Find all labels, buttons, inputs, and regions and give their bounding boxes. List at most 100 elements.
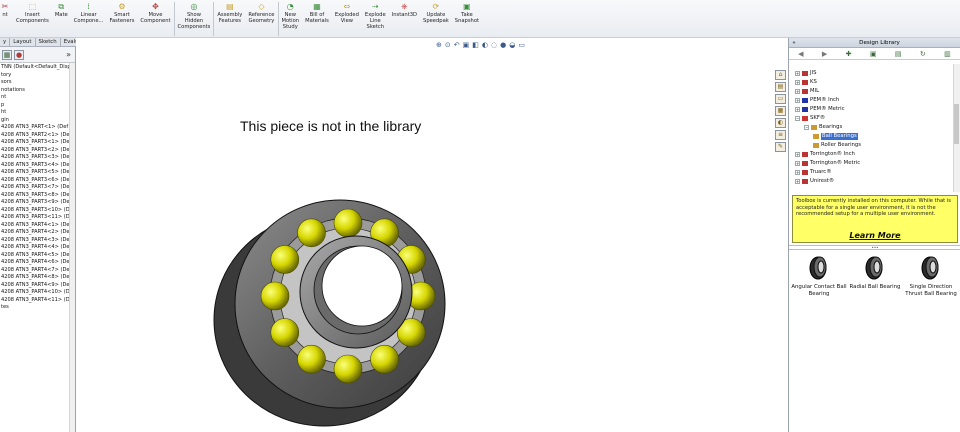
collapse-pane-icon[interactable]: « bbox=[789, 40, 799, 46]
forum-icon[interactable]: ✎ bbox=[775, 142, 786, 152]
custom-properties-icon[interactable]: ≡ bbox=[775, 130, 786, 140]
learn-more-link[interactable]: Learn More bbox=[793, 232, 957, 240]
hide-show-icon[interactable]: ◌ bbox=[491, 41, 497, 51]
feature-tree-item[interactable]: 4208 ATN3_PART4<10> (D bbox=[0, 289, 75, 297]
feature-tree-item[interactable]: 4208 ATN3_PART3<8> (De bbox=[0, 192, 75, 200]
feature-tree-item[interactable]: tory bbox=[0, 72, 75, 80]
expand-icon[interactable]: + bbox=[795, 179, 800, 184]
ball-bearing-model[interactable] bbox=[206, 168, 466, 432]
previous-view-icon[interactable]: ↶ bbox=[454, 41, 460, 51]
feature-tree-icon[interactable]: ▦ bbox=[2, 49, 12, 60]
feature-tree-item[interactable]: 4208 ATN3_PART3<11> (D bbox=[0, 214, 75, 222]
library-tree-node[interactable]: Roller Bearings bbox=[813, 142, 861, 149]
feature-tree-item[interactable]: p bbox=[0, 102, 75, 110]
back-icon[interactable]: ◀ bbox=[798, 50, 803, 58]
feature-tree-item[interactable]: 4208 ATN3_PART2<1> (De bbox=[0, 132, 75, 140]
ribbon-button-13[interactable]: ⇢ Explode Line Sketch bbox=[362, 0, 389, 37]
expand-icon[interactable]: + bbox=[795, 80, 800, 85]
library-item[interactable]: Radial Ball Bearing bbox=[847, 254, 903, 291]
ribbon-button-11[interactable]: ▦ Bill of Materials bbox=[302, 0, 332, 37]
view-palette-icon[interactable]: ▦ bbox=[775, 106, 786, 116]
display-style-icon[interactable]: ◐ bbox=[482, 41, 488, 51]
design-library-scrollbar[interactable] bbox=[953, 64, 960, 192]
expand-icon[interactable]: + bbox=[795, 161, 800, 166]
expand-icon[interactable]: + bbox=[795, 71, 800, 76]
expand-icon[interactable]: + bbox=[795, 170, 800, 175]
feature-tree-item[interactable]: notations bbox=[0, 87, 75, 95]
feature-tree-item[interactable]: 4208 ATN3_PART3<6> (De bbox=[0, 177, 75, 185]
file-explorer-icon[interactable]: ▭ bbox=[775, 94, 786, 104]
zoom-area-icon[interactable]: ⊙ bbox=[445, 41, 451, 51]
section-view-icon[interactable]: ▣ bbox=[463, 41, 470, 51]
library-tree-node[interactable]: + KS bbox=[795, 79, 817, 86]
ribbon-button-9[interactable]: ◇ Reference Geometry bbox=[245, 0, 277, 37]
design-library-tab-icon[interactable]: ▤ bbox=[775, 82, 786, 92]
library-tree-node[interactable]: + Torrington® Inch bbox=[795, 151, 855, 158]
feature-tree-item[interactable]: 4208 ATN3_PART3<3> (De bbox=[0, 154, 75, 162]
feature-tree-item[interactable]: gin bbox=[0, 117, 75, 125]
ribbon-button-10[interactable]: ◔ New Motion Study bbox=[279, 0, 303, 37]
feature-tree-scrollbar[interactable] bbox=[69, 63, 75, 432]
library-tree-node[interactable]: + JIS bbox=[795, 70, 817, 77]
appearances-icon[interactable]: ◐ bbox=[775, 118, 786, 128]
create-new-folder-icon[interactable]: ▤ bbox=[895, 50, 902, 58]
library-item[interactable]: Single Direction Thrust Ball Bearing bbox=[903, 254, 959, 298]
zoom-to-fit-icon[interactable]: ⊕ bbox=[436, 41, 442, 51]
ribbon-button-15[interactable]: ⟳ Update Speedpak bbox=[420, 0, 452, 37]
feature-tree-item[interactable]: 4208 ATN3_PART4<11> (D bbox=[0, 297, 75, 305]
chevron-right-icon[interactable]: » bbox=[66, 50, 71, 59]
add-to-library-icon[interactable]: ✚ bbox=[846, 50, 852, 58]
expand-icon[interactable]: + bbox=[795, 107, 800, 112]
ribbon-button-3[interactable]: ⧉ Mate bbox=[52, 0, 71, 37]
scroll-thumb[interactable] bbox=[954, 104, 959, 144]
upload-icon[interactable]: ▥ bbox=[944, 50, 951, 58]
solidworks-resources-icon[interactable]: ⌂ bbox=[775, 70, 786, 80]
library-tree-node[interactable]: − SKF® bbox=[795, 115, 825, 122]
library-tree-node[interactable]: + PEM® Metric bbox=[795, 106, 845, 113]
feature-tree-item[interactable]: tes bbox=[0, 304, 75, 312]
ribbon-button-6[interactable]: ✥ Move Component bbox=[137, 0, 173, 37]
feature-tree-item[interactable]: 4208 ATN3_PART4<7> (De bbox=[0, 267, 75, 275]
tab-y[interactable]: y bbox=[0, 38, 11, 46]
expand-icon[interactable]: + bbox=[795, 98, 800, 103]
feature-tree-item[interactable]: 4208 ATN3_PART3<10> (D bbox=[0, 207, 75, 215]
ribbon-button-2[interactable]: ⬚ Insert Components bbox=[13, 0, 52, 37]
library-item[interactable]: Angular Contact Ball Bearing bbox=[791, 254, 847, 298]
feature-tree-item[interactable]: 4208 ATN3_PART4<8> (De bbox=[0, 274, 75, 282]
ribbon-button-8[interactable]: ▤ Assembly Features bbox=[214, 0, 245, 37]
ribbon-button-4[interactable]: ⁞ Linear Compone... bbox=[71, 0, 107, 37]
ribbon-button-1[interactable]: ✂ nt bbox=[0, 0, 13, 37]
expand-icon[interactable]: + bbox=[795, 89, 800, 94]
tab-layout[interactable]: Layout bbox=[10, 38, 36, 46]
ribbon-button-16[interactable]: ▣ Take Snapshot bbox=[452, 0, 482, 37]
expand-icon[interactable]: + bbox=[795, 152, 800, 157]
library-tree-node[interactable]: + Truarc® bbox=[795, 169, 832, 176]
ribbon-button-5[interactable]: ⚙ Smart Fasteners bbox=[106, 0, 137, 37]
ribbon-button-14[interactable]: ⎈ Instant3D bbox=[389, 0, 420, 37]
library-tree-node[interactable]: + Torrington® Metric bbox=[795, 160, 860, 167]
feature-tree-item[interactable]: 4208 ATN3_PART<1> (Def bbox=[0, 124, 75, 132]
tab-sketch[interactable]: Sketch bbox=[36, 38, 61, 46]
feature-tree-item[interactable]: 4208 ATN3_PART4<6> (De bbox=[0, 259, 75, 267]
feature-tree-item[interactable]: 4208 ATN3_PART4<3> (De bbox=[0, 237, 75, 245]
graphics-viewport[interactable]: ⊕ ⊙ ↶ ▣ ◧ ◐ ◌ ● ◒ ▭ This piece is not in… bbox=[76, 38, 788, 432]
ribbon-button-12[interactable]: ⇔ Exploded View bbox=[332, 0, 362, 37]
library-tree-node[interactable]: Ball Bearings bbox=[813, 133, 858, 140]
add-file-location-icon[interactable]: ▣ bbox=[870, 50, 877, 58]
view-orientation-icon[interactable]: ◧ bbox=[472, 41, 479, 51]
feature-tree-item[interactable]: ht bbox=[0, 109, 75, 117]
refresh-icon[interactable]: ↻ bbox=[920, 50, 926, 58]
library-tree-node[interactable]: + Unirest® bbox=[795, 178, 834, 185]
edit-appearance-icon[interactable]: ● bbox=[500, 41, 506, 51]
apply-scene-icon[interactable]: ◒ bbox=[509, 41, 515, 51]
library-tree-node[interactable]: + MIL bbox=[795, 88, 819, 95]
feature-tree-item[interactable]: 4208 ATN3_PART3<7> (De bbox=[0, 184, 75, 192]
library-tree-node[interactable]: − Bearings bbox=[804, 124, 842, 131]
collapse-icon[interactable]: − bbox=[804, 125, 809, 130]
feature-tree-item[interactable]: 4208 ATN3_PART3<2> (De bbox=[0, 147, 75, 155]
feature-tree-item[interactable]: nt bbox=[0, 94, 75, 102]
feature-tree-item[interactable]: 4208 ATN3_PART3<4> (De bbox=[0, 162, 75, 170]
feature-tree-item[interactable]: 4208 ATN3_PART4<1> (Def bbox=[0, 222, 75, 230]
forward-icon[interactable]: ▶ bbox=[822, 50, 827, 58]
appearance-icon[interactable]: ● bbox=[14, 49, 24, 60]
